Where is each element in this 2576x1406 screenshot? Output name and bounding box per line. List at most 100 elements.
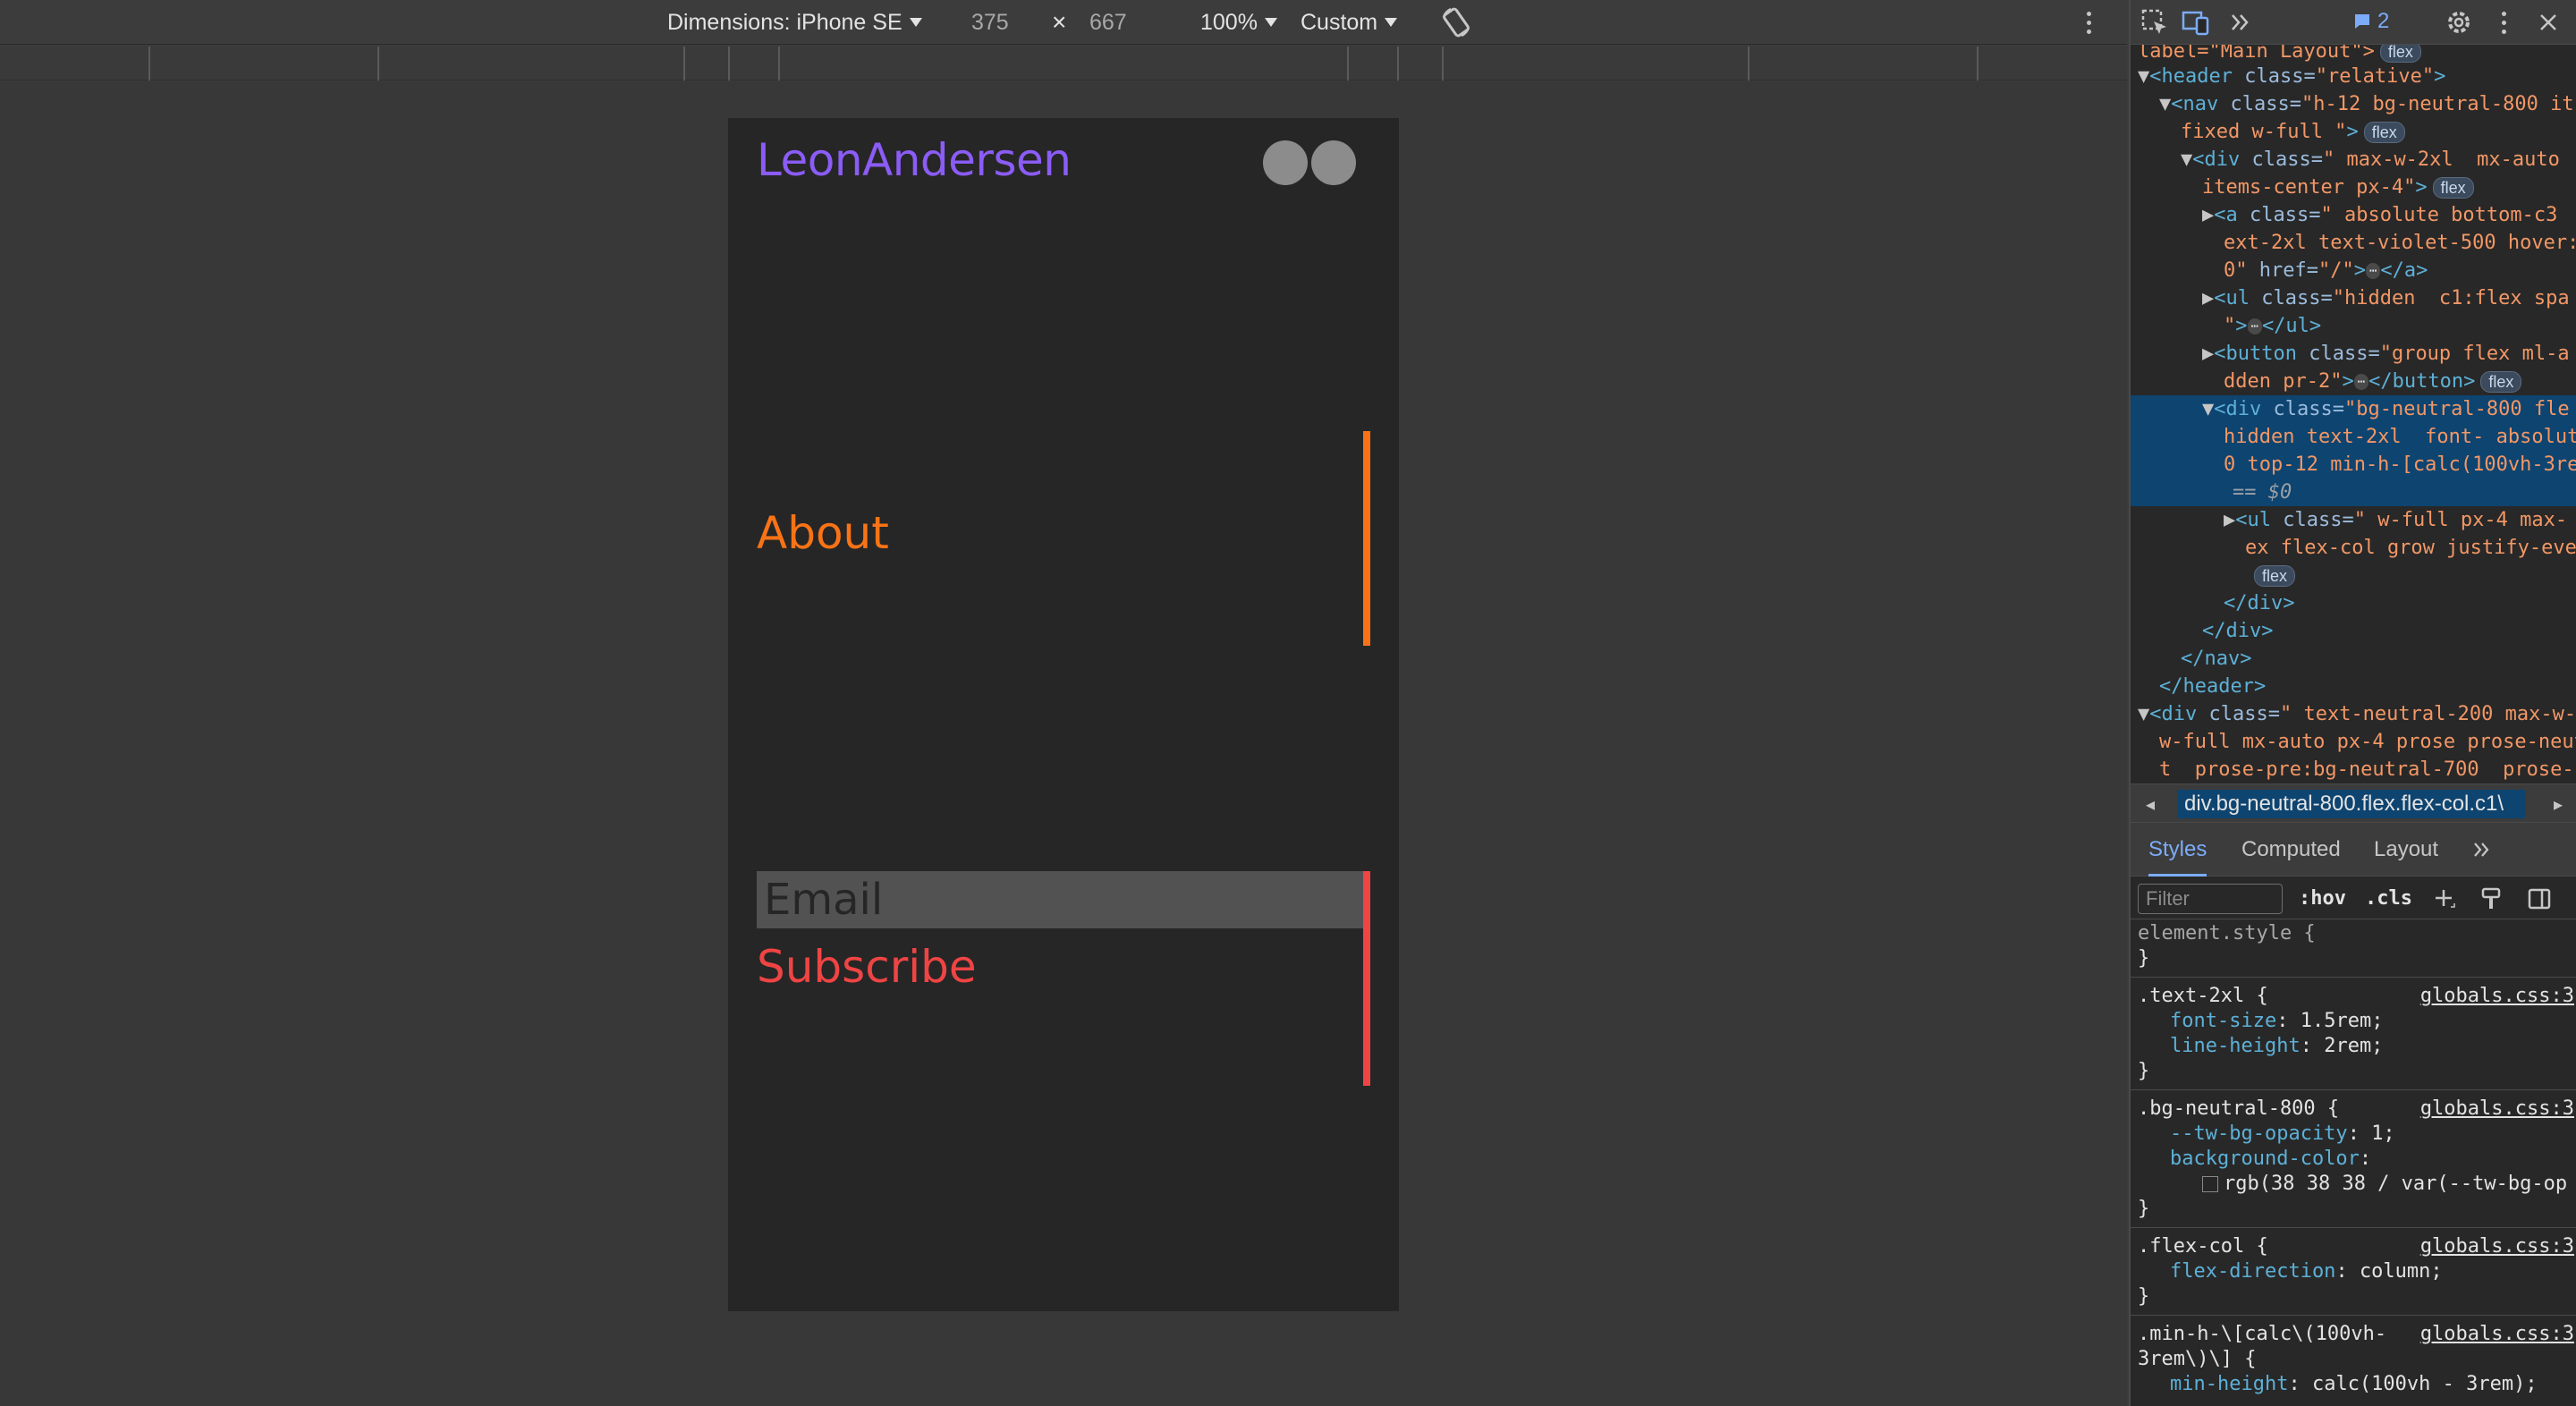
rule-source-link[interactable]: globals.css:3	[2420, 1097, 2574, 1122]
device-width-input[interactable]: 375	[971, 0, 1009, 45]
tree-line-ul[interactable]: ▶<ul class=" w-full px-4 max-	[2224, 506, 2576, 534]
paint-brush-icon[interactable]	[2478, 885, 2504, 912]
sidebar-toggle-icon[interactable]	[2526, 885, 2553, 912]
tree-line[interactable]: dden pr-2"> ⋯ </button> flex	[2224, 368, 2576, 395]
tree-line-a[interactable]: ▶<a class=" absolute bottom-c3	[2202, 201, 2576, 229]
tree-line[interactable]: ex flex-col grow justify-eve	[2245, 534, 2576, 562]
tree-line[interactable]: t prose-pre:bg-neutral-700 prose-	[2159, 756, 2576, 783]
tree-line-header[interactable]: ▼<header class="relative">	[2138, 63, 2576, 90]
device-dimensions-label: Dimensions: iPhone SE	[667, 9, 902, 35]
rule-declaration[interactable]: background-color:	[2170, 1147, 2371, 1172]
rotate-button[interactable]	[1438, 0, 1474, 45]
about-accent-bar	[1363, 431, 1370, 646]
rule-element-style[interactable]: element.style {	[2138, 921, 2316, 946]
tree-line-selected[interactable]: 0 top-12 min-h-[calc(100vh-3re	[2131, 451, 2576, 479]
rule-source-link[interactable]: globals.css:3	[2420, 984, 2574, 1009]
tree-line[interactable]: ext-2xl text-violet-500 hover:	[2224, 229, 2576, 257]
tree-line-selected[interactable]: == $0	[2131, 479, 2576, 506]
gear-icon[interactable]	[2444, 7, 2474, 38]
rule-source-link[interactable]: globals.css:3	[2420, 1234, 2574, 1259]
tree-line-button[interactable]: ▶<button class="group flex ml-a	[2202, 340, 2576, 368]
tree-line-selected[interactable]: hidden text-2xl font- absolut	[2131, 423, 2576, 451]
device-toolbar-toggle-icon[interactable]	[2181, 7, 2211, 38]
rule-selector[interactable]: .flex-col {	[2138, 1234, 2268, 1259]
style-rules[interactable]: element.style { } .text-2xl { globals.cs…	[2131, 921, 2576, 1406]
zoom-label: 100%	[1200, 9, 1258, 35]
rule-close: }	[2138, 947, 2150, 970]
circle-icon	[1263, 140, 1308, 185]
rule-selector[interactable]: .min-h-\[calc\(100vh-	[2138, 1322, 2386, 1347]
tab-layout[interactable]: Layout	[2374, 823, 2438, 877]
rule-selector[interactable]: .text-2xl {	[2138, 984, 2268, 1009]
subscribe-button[interactable]: Subscribe	[757, 941, 977, 993]
rule-declaration[interactable]: --tw-bg-opacity: 1;	[2170, 1122, 2395, 1147]
chevron-left-icon[interactable]: ◂	[2131, 784, 2170, 824]
dimension-separator: ×	[1052, 8, 1067, 36]
rule-declaration[interactable]: line-height: 2rem;	[2170, 1034, 2383, 1059]
tree-line[interactable]: "> ⋯ </ul>	[2224, 312, 2576, 340]
devtools-panel: 2 label="Main Layout"> flex ▼<header clas…	[2129, 0, 2576, 1406]
rule-declaration[interactable]: flex-direction: column;	[2170, 1259, 2443, 1284]
devtools-toolbar: 2	[2131, 0, 2576, 45]
chevron-down-icon	[1385, 18, 1398, 27]
throttle-label: Custom	[1301, 9, 1378, 35]
theme-toggle-button[interactable]	[1263, 140, 1356, 185]
rule-close: }	[2138, 1060, 2150, 1082]
tree-line-selected[interactable]: ▼<div class="bg-neutral-800 fle	[2131, 395, 2576, 423]
chevron-down-icon	[1264, 18, 1277, 27]
new-rule-icon[interactable]	[2431, 885, 2458, 912]
site-logo-link[interactable]: LeonAndersen	[757, 134, 1072, 186]
rule-declaration[interactable]: min-height: calc(100vh - 3rem);	[2170, 1372, 2538, 1397]
nav-about-link[interactable]: About	[757, 507, 889, 559]
cls-toggle[interactable]: .cls	[2365, 885, 2412, 913]
issues-count: 2	[2377, 9, 2390, 33]
device-height-input[interactable]: 667	[1089, 0, 1127, 45]
breadcrumb-selected[interactable]: div.bg-neutral-800.flex.flex-col.c1\	[2177, 790, 2526, 818]
tree-line[interactable]: </div>	[2224, 589, 2576, 617]
rule-selector[interactable]: 3rem\)\] {	[2138, 1347, 2256, 1372]
rule-declaration-value[interactable]: rgb(38 38 38 / var(--tw-bg-op	[2202, 1172, 2567, 1197]
circle-icon	[1311, 140, 1356, 185]
tab-computed[interactable]: Computed	[2241, 823, 2341, 877]
more-vertical-icon[interactable]	[2490, 9, 2517, 36]
tree-line[interactable]: fixed w-full "> flex	[2181, 118, 2576, 146]
rule-declaration[interactable]: font-size: 1.5rem;	[2170, 1009, 2383, 1034]
subscribe-accent-bar	[1363, 871, 1370, 1086]
dom-breadcrumb: ◂ div.bg-neutral-800.flex.flex-col.c1\ ▸	[2131, 783, 2576, 823]
chevron-down-icon	[909, 18, 922, 27]
tree-line-div[interactable]: ▼<div class=" max-w-2xl mx-auto	[2181, 146, 2576, 174]
tree-line[interactable]: 0" href="/"> ⋯ </a>	[2224, 257, 2576, 284]
tab-styles[interactable]: Styles	[2148, 823, 2207, 877]
chevron-right-icon[interactable]: ▸	[2538, 784, 2576, 824]
styles-tabbar: Styles Computed Layout	[2131, 823, 2576, 877]
rule-close: }	[2138, 1285, 2150, 1308]
tree-line[interactable]: </nav>	[2181, 645, 2576, 673]
inspect-element-icon[interactable]	[2140, 7, 2170, 38]
tree-line[interactable]: </header>	[2159, 673, 2576, 700]
tree-line[interactable]: flex	[2254, 562, 2576, 589]
tree-line-ul[interactable]: ▶<ul class="hidden c1:flex spa	[2202, 284, 2576, 312]
throttle-select[interactable]: Custom	[1301, 0, 1398, 45]
zoom-select[interactable]: 100%	[1200, 0, 1277, 45]
tree-line[interactable]: </div>	[2202, 617, 2576, 645]
color-swatch-icon[interactable]	[2202, 1176, 2218, 1192]
tree-line-nav[interactable]: ▼<nav class="h-12 bg-neutral-800 it	[2159, 90, 2576, 118]
emulated-page: LeonAndersen About Subscribe	[728, 118, 1399, 1311]
more-tabs-icon[interactable]	[2225, 7, 2256, 38]
rule-source-link[interactable]: globals.css:3	[2420, 1322, 2574, 1347]
rule-selector[interactable]: .bg-neutral-800 {	[2138, 1097, 2339, 1122]
device-dimensions-select[interactable]: Dimensions: iPhone SE	[667, 0, 922, 45]
tree-line-div[interactable]: ▼<div class=" text-neutral-200 max-w-	[2138, 700, 2576, 728]
more-tabs-icon[interactable]	[2470, 838, 2494, 861]
tree-line[interactable]: w-full mx-auto px-4 prose prose-neut	[2159, 728, 2576, 756]
styles-filter-input[interactable]	[2138, 884, 2283, 914]
device-toolbar: Dimensions: iPhone SE 375 × 667 100% Cus…	[0, 0, 2127, 45]
device-toolbar-more-button[interactable]	[2075, 0, 2102, 45]
email-field[interactable]	[757, 871, 1363, 928]
tree-line[interactable]: items-center px-4"> flex	[2202, 174, 2576, 201]
elements-tree[interactable]: label="Main Layout"> flex ▼<header class=…	[2131, 45, 2576, 783]
close-icon[interactable]	[2533, 7, 2563, 38]
issues-counter[interactable]: 2	[2352, 9, 2389, 34]
hov-toggle[interactable]: :hov	[2299, 885, 2346, 913]
media-query-ruler[interactable]	[0, 47, 2127, 80]
